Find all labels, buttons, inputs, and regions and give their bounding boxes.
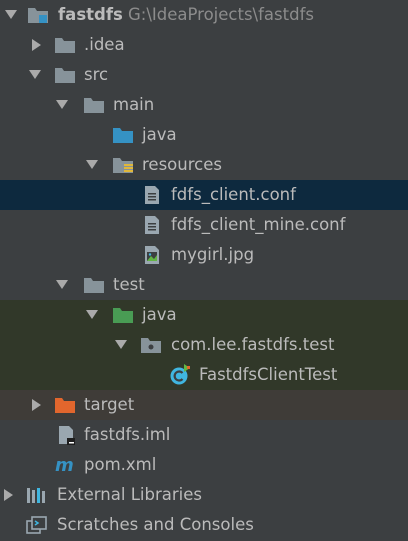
tree-label-package: com.lee.fastdfs.test [171,335,335,354]
tree-label-fdfs-client-conf: fdfs_client.conf [171,185,296,204]
tree-row-target[interactable]: target [0,390,408,420]
chevron-down-icon[interactable] [113,330,129,360]
package-icon [140,330,162,360]
tree-label-src: src [84,65,109,84]
tree-label-pom: pom.xml [84,455,157,474]
tree-label-main: main [113,95,155,114]
tree-row-package[interactable]: com.lee.fastdfs.test [0,330,408,360]
chevron-right-icon[interactable] [29,390,45,420]
tree-label-test-java: java [142,305,177,324]
tree-label-main-java: java [142,125,177,144]
project-name: fastdfs [58,5,123,24]
project-folder-icon [27,0,49,30]
libraries-icon [26,480,48,510]
chevron-down-icon[interactable] [84,300,100,330]
tree-label-test-class: FastdfsClientTest [199,365,338,384]
tree-row-pom[interactable]: m pom.xml [0,450,408,480]
chevron-down-icon[interactable] [3,0,19,30]
text-file-icon [141,210,163,240]
excluded-folder-icon [54,390,76,420]
tree-label-idea: .idea [84,35,125,54]
tree-row-external-libraries[interactable]: External Libraries [0,480,408,510]
tree-row-iml[interactable]: fastdfs.iml [0,420,408,450]
chevron-right-icon[interactable] [29,30,45,60]
tree-label-scratches: Scratches and Consoles [57,515,254,534]
resources-folder-icon [112,150,134,180]
chevron-down-icon[interactable] [54,270,70,300]
test-class-icon [169,360,191,390]
tree-row-fdfs-client-mine-conf[interactable]: fdfs_client_mine.conf [0,210,408,240]
tree-label-test: test [113,275,145,294]
svg-text:m: m [55,456,74,474]
tree-label-iml: fastdfs.iml [84,425,171,444]
folder-icon [54,30,76,60]
tree-label-resources: resources [142,155,222,174]
tree-row-test[interactable]: test [0,270,408,300]
tree-label-external-libraries: External Libraries [57,485,202,504]
tree-label-mygirl-jpg: mygirl.jpg [171,245,255,264]
tree-row-fdfs-client-conf[interactable]: fdfs_client.conf [0,180,408,210]
source-folder-icon [112,120,134,150]
tree-row-idea[interactable]: .idea [0,30,408,60]
tree-row-test-java[interactable]: java [0,300,408,330]
tree-row-test-class[interactable]: FastdfsClientTest [0,360,408,390]
tree-row-mygirl-jpg[interactable]: mygirl.jpg [0,240,408,270]
tree-row-project[interactable]: fastdfs G:\IdeaProjects\fastdfs [0,0,408,30]
folder-icon [83,90,105,120]
image-file-icon [141,240,163,270]
project-tree: fastdfs G:\IdeaProjects\fastdfs .idea sr… [0,0,408,541]
chevron-down-icon[interactable] [54,90,70,120]
folder-icon [83,270,105,300]
tree-row-main-java[interactable]: java [0,120,408,150]
chevron-down-icon[interactable] [27,60,43,90]
chevron-right-icon[interactable] [1,480,17,510]
tree-row-resources[interactable]: resources [0,150,408,180]
folder-icon [54,60,76,90]
tree-row-src[interactable]: src [0,60,408,90]
text-file-icon [141,180,163,210]
maven-icon: m [54,450,76,480]
test-folder-icon [112,300,134,330]
chevron-down-icon[interactable] [84,150,100,180]
tree-row-scratches[interactable]: Scratches and Consoles [0,510,408,540]
tree-row-main[interactable]: main [0,90,408,120]
iml-file-icon [56,420,78,450]
tree-label-target: target [84,395,135,414]
project-path: G:\IdeaProjects\fastdfs [128,5,314,24]
tree-label-fdfs-client-mine-conf: fdfs_client_mine.conf [171,215,346,234]
scratches-icon [26,510,48,540]
